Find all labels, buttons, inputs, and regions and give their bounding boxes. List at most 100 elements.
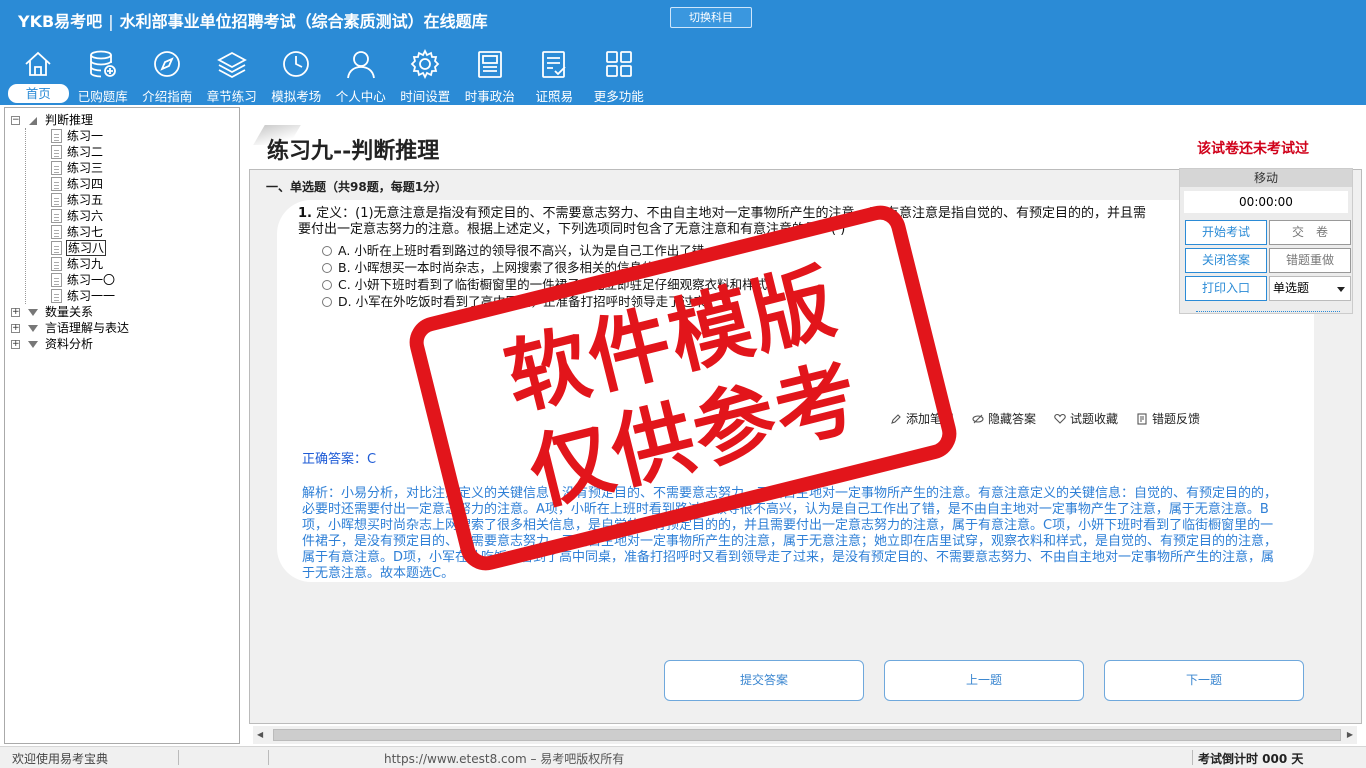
option-d-text: D. 小军在外吃饭时看到了高中同桌，正准备打招呼时领导走了过来 [338, 294, 706, 309]
nav-time-settings[interactable]: 时间设置 [393, 48, 458, 104]
tree-leaf[interactable]: 练习二 [11, 144, 237, 160]
tree-leaf-label: 练习一〇 [67, 273, 116, 287]
document-search-icon [51, 241, 62, 255]
nav-home-label: 首页 [8, 84, 69, 103]
radio-a[interactable] [322, 246, 332, 256]
option-c[interactable]: C. 小妍下班时看到了临街橱窗里的一件裙子，她立即驻足仔细观察衣料和样式 [322, 276, 767, 293]
tree-leaf-label: 练习五 [67, 193, 104, 207]
tree-leaf[interactable]: 练习一 [11, 128, 237, 144]
tree-leaf[interactable]: 练习一〇 [11, 272, 237, 288]
previous-question-button[interactable]: 上一题 [884, 660, 1084, 701]
question-number: 1. [298, 206, 312, 221]
status-divider [178, 750, 179, 765]
nav-chapter-label: 章节练习 [206, 89, 257, 104]
tree-group-label: 数量关系 [45, 305, 94, 319]
nav-mock-exam[interactable]: 模拟考场 [264, 48, 329, 104]
document-icon [51, 273, 62, 287]
app-header: YKB易考吧 | 水利部事业单位招聘考试（综合素质测试）在线题库 切换科目 首页 已… [0, 0, 1366, 105]
tree-leaf[interactable]: 练习九 [11, 256, 237, 272]
scroll-left-icon[interactable]: ◀ [257, 730, 263, 739]
nav-mock-label: 模拟考场 [271, 89, 322, 104]
section-heading: 一、单选题（共98题，每题1分） [266, 180, 448, 194]
nav-current-affairs[interactable]: 时事政治 [458, 48, 523, 104]
tree-group[interactable]: + 资料分析 [11, 336, 237, 352]
add-note-button[interactable]: 添加笔记 [890, 410, 954, 427]
switch-subject-button[interactable]: 切换科目 [670, 7, 752, 28]
question-type-select[interactable]: 单选题 [1269, 276, 1351, 301]
move-handle[interactable]: 移动 [1180, 169, 1352, 187]
nav-certificates[interactable]: 证照易 [522, 48, 587, 104]
option-a[interactable]: A. 小昕在上班时看到路过的领导很不高兴，认为是自己工作出了错 [322, 242, 767, 259]
exam-countdown: 考试倒计时 000 天 [1198, 752, 1304, 766]
tree-leaf-label: 练习一 [67, 129, 104, 143]
status-bar: 欢迎使用易考宝典 https://www.etest8.com – 易考吧版权所… [0, 746, 1366, 768]
document-icon [51, 257, 62, 271]
folder-icon [28, 341, 38, 348]
nav-chapter-practice[interactable]: 章节练习 [200, 48, 265, 104]
tree-leaf[interactable]: 练习七 [11, 224, 237, 240]
hide-answer-button[interactable]: 隐藏答案 [972, 410, 1036, 427]
document-icon [51, 145, 62, 159]
checklist-icon [542, 51, 566, 78]
report-icon [1137, 412, 1147, 425]
folder-open-icon [29, 117, 37, 125]
nav-purchased[interactable]: 已购题库 [71, 48, 136, 104]
main-nav: 首页 已购题库 介绍指南 章节练习 模拟考场 个人中心 时间设置 时事政治 证照… [6, 48, 651, 104]
options-list: A. 小昕在上班时看到路过的领导很不高兴，认为是自己工作出了错 B. 小晖想买一… [322, 242, 767, 310]
scrollbar-thumb[interactable] [273, 729, 1341, 741]
radio-c[interactable] [322, 280, 332, 290]
exam-timer-panel: 移动 00:00:00 开始考试 交 卷 关闭答案 错题重做 打印入口 单选题 [1179, 168, 1353, 314]
collapse-toggle[interactable]: − [11, 116, 20, 125]
exam-status: 该试卷还未考试过 [1197, 141, 1309, 157]
tree-leaf[interactable]: 练习六 [11, 208, 237, 224]
horizontal-scrollbar[interactable]: ◀ ▶ [253, 726, 1357, 744]
nav-guide-label: 介绍指南 [142, 89, 193, 104]
layers-icon [216, 51, 247, 79]
tree-group[interactable]: + 言语理解与表达 [11, 320, 237, 336]
tree-node-root[interactable]: − 判断推理 [11, 112, 231, 128]
tree-leaf-selected[interactable]: 练习八 [11, 240, 237, 256]
submit-answer-button[interactable]: 提交答案 [664, 660, 864, 701]
print-button[interactable]: 打印入口 [1185, 276, 1267, 301]
status-divider [268, 750, 269, 765]
radio-d[interactable] [322, 297, 332, 307]
close-answer-button[interactable]: 关闭答案 [1185, 248, 1267, 273]
tree-leaf[interactable]: 练习三 [11, 160, 237, 176]
nav-home[interactable]: 首页 [6, 48, 71, 104]
redo-wrong-button[interactable]: 错题重做 [1269, 248, 1351, 273]
expand-toggle[interactable]: + [11, 324, 20, 333]
nav-personal[interactable]: 个人中心 [329, 48, 394, 104]
user-icon [346, 51, 375, 79]
start-exam-button[interactable]: 开始考试 [1185, 220, 1267, 245]
tree-leaf[interactable]: 练习一一 [11, 288, 237, 304]
nav-more-label: 更多功能 [593, 89, 644, 104]
expand-toggle[interactable]: + [11, 340, 20, 349]
document-icon [51, 209, 62, 223]
report-error-button[interactable]: 错题反馈 [1136, 410, 1200, 427]
option-a-text: A. 小昕在上班时看到路过的领导很不高兴，认为是自己工作出了错 [338, 243, 705, 258]
nav-guide[interactable]: 介绍指南 [135, 48, 200, 104]
option-c-text: C. 小妍下班时看到了临街橱窗里的一件裙子，她立即驻足仔细观察衣料和样式 [338, 277, 768, 292]
heart-icon [1054, 413, 1066, 424]
scroll-right-icon[interactable]: ▶ [1347, 730, 1353, 739]
tree-leaf[interactable]: 练习四 [11, 176, 237, 192]
folder-icon [28, 325, 38, 332]
option-d[interactable]: D. 小军在外吃饭时看到了高中同桌，正准备打招呼时领导走了过来 [322, 293, 767, 310]
hand-in-button[interactable]: 交 卷 [1269, 220, 1351, 245]
app-brand: YKB易考吧 | 水利部事业单位招聘考试（综合素质测试）在线题库 [18, 8, 488, 32]
document-icon [51, 289, 62, 303]
tree-leaf-label: 练习二 [67, 145, 104, 159]
nav-more[interactable]: 更多功能 [587, 48, 652, 104]
tree-leaf-label: 练习四 [67, 177, 104, 191]
brand-separator: | [108, 12, 114, 31]
tree-leaf[interactable]: 练习五 [11, 192, 237, 208]
tree-group[interactable]: + 数量关系 [11, 304, 237, 320]
document-icon [51, 177, 62, 191]
expand-toggle[interactable]: + [11, 308, 20, 317]
radio-b[interactable] [322, 263, 332, 273]
option-b[interactable]: B. 小晖想买一本时尚杂志，上网搜索了很多相关的信息的 [322, 259, 767, 276]
next-question-button[interactable]: 下一题 [1104, 660, 1304, 701]
nav-time-label: 时间设置 [400, 89, 451, 104]
favorite-button[interactable]: 试题收藏 [1054, 410, 1118, 427]
status-divider [1192, 750, 1193, 765]
